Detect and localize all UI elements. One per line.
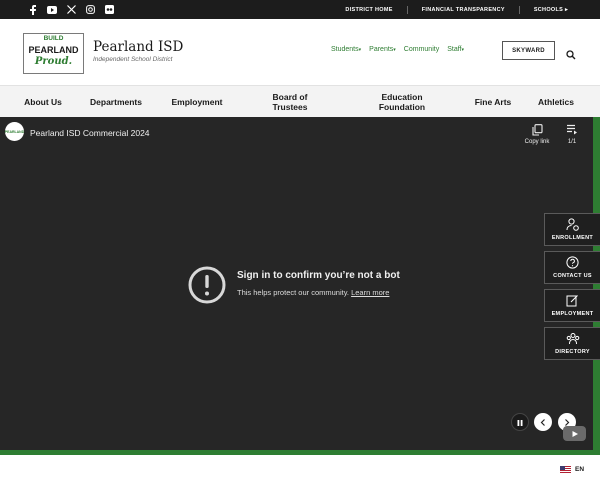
audience-links: Students▾ Parents▾ Community Staff▾	[331, 46, 464, 53]
quick-link-label: EMPLOYMENT	[551, 311, 594, 317]
channel-avatar[interactable]: PEARLAND	[5, 122, 24, 141]
skyward-button[interactable]: SKYWARD	[502, 41, 555, 60]
enroll-user-icon	[545, 218, 600, 231]
playlist-icon	[562, 124, 582, 137]
previous-slide-button[interactable]	[534, 413, 552, 431]
copy-link-label: Copy link	[524, 139, 550, 145]
staff-label: Staff	[447, 46, 462, 53]
bot-check-message: This helps protect our community.	[237, 288, 349, 297]
top-utility-bar: DISTRICT HOME FINANCIAL TRANSPARENCY SCH…	[0, 0, 600, 19]
playlist-count: 1/1	[567, 139, 577, 145]
nav-fine-arts[interactable]: Fine Arts	[474, 86, 512, 118]
us-flag-icon	[560, 466, 571, 473]
nav-board-of-trustees[interactable]: Board of Trustees	[258, 86, 322, 118]
youtube-logo-icon[interactable]	[563, 426, 586, 441]
nav-education-foundation[interactable]: Education Foundation	[362, 86, 442, 118]
playlist-button[interactable]: 1/1	[562, 124, 582, 145]
logo-line-proud: Proud.	[34, 56, 73, 67]
alert-icon	[188, 266, 226, 304]
chevron-down-icon: ▾	[358, 47, 362, 53]
x-icon[interactable]	[66, 5, 76, 15]
question-icon	[545, 256, 600, 269]
main-nav: About Us Departments Employment Board of…	[0, 85, 600, 117]
parents-menu[interactable]: Parents▾	[369, 46, 396, 53]
quick-link-label: DIRECTORY	[555, 349, 590, 355]
staff-menu[interactable]: Staff▾	[447, 46, 464, 53]
nav-employment[interactable]: Employment	[164, 86, 230, 118]
quick-link-enrollment[interactable]: ENROLLMENT	[544, 213, 600, 246]
chevron-right-icon: ▸	[564, 6, 568, 13]
financial-transparency-link[interactable]: FINANCIAL TRANSPARENCY	[406, 5, 519, 14]
bot-check-text: This helps protect our community. Learn …	[237, 288, 389, 297]
chevron-down-icon: ▾	[393, 47, 396, 53]
quick-link-label: CONTACT US	[553, 273, 592, 279]
chevron-left-icon	[540, 413, 546, 431]
students-label: Students	[331, 46, 359, 53]
quick-link-directory[interactable]: DIRECTORY	[544, 327, 600, 360]
district-logo[interactable]: BUILD PEARLAND Proud.	[23, 33, 84, 74]
students-menu[interactable]: Students▾	[331, 46, 361, 53]
nav-about-us[interactable]: About Us	[22, 86, 64, 118]
flickr-icon[interactable]	[104, 5, 114, 15]
site-title[interactable]: Pearland ISD	[93, 39, 183, 55]
pause-button[interactable]	[511, 413, 529, 431]
community-link[interactable]: Community	[404, 46, 439, 53]
bot-check-title: Sign in to confirm you’re not a bot	[237, 270, 400, 281]
parents-label: Parents	[369, 46, 394, 53]
schools-label: SCHOOLS	[533, 6, 564, 13]
learn-more-link[interactable]: Learn more	[351, 288, 389, 297]
quick-link-label: ENROLLMENT	[551, 235, 594, 241]
search-icon[interactable]	[566, 47, 576, 60]
site-subtitle: Independent School District	[93, 56, 173, 63]
site-header: BUILD PEARLAND Proud. Pearland ISD Indep…	[0, 19, 600, 85]
pause-icon	[517, 413, 523, 431]
nav-athletics[interactable]: Athletics	[530, 86, 582, 118]
chevron-down-icon: ▾	[461, 47, 464, 53]
logo-line-build: BUILD	[43, 35, 64, 42]
district-home-link[interactable]: DISTRICT HOME	[331, 6, 406, 14]
copy-icon	[520, 124, 554, 137]
language-selector[interactable]: EN	[560, 466, 584, 473]
youtube-icon[interactable]	[47, 5, 57, 15]
facebook-icon[interactable]	[28, 4, 38, 15]
video-title[interactable]: Pearland ISD Commercial 2024	[30, 128, 150, 138]
accent-bar-right	[593, 117, 600, 455]
social-links	[28, 0, 114, 19]
language-code: EN	[575, 466, 585, 473]
nav-departments[interactable]: Departments	[80, 86, 152, 118]
logo-line-pearland: PEARLAND	[28, 45, 79, 55]
video-player[interactable]	[0, 117, 600, 455]
quick-link-employment[interactable]: EMPLOYMENT	[544, 289, 600, 322]
top-links: DISTRICT HOME FINANCIAL TRANSPARENCY SCH…	[331, 0, 582, 19]
schools-link[interactable]: SCHOOLS ▸	[518, 5, 582, 14]
copy-link-button[interactable]: Copy link	[520, 124, 554, 145]
quick-link-contact-us[interactable]: CONTACT US	[544, 251, 600, 284]
edit-document-icon	[545, 294, 600, 307]
page-footer: EN	[0, 455, 600, 480]
people-icon	[545, 332, 600, 345]
instagram-icon[interactable]	[85, 5, 95, 15]
